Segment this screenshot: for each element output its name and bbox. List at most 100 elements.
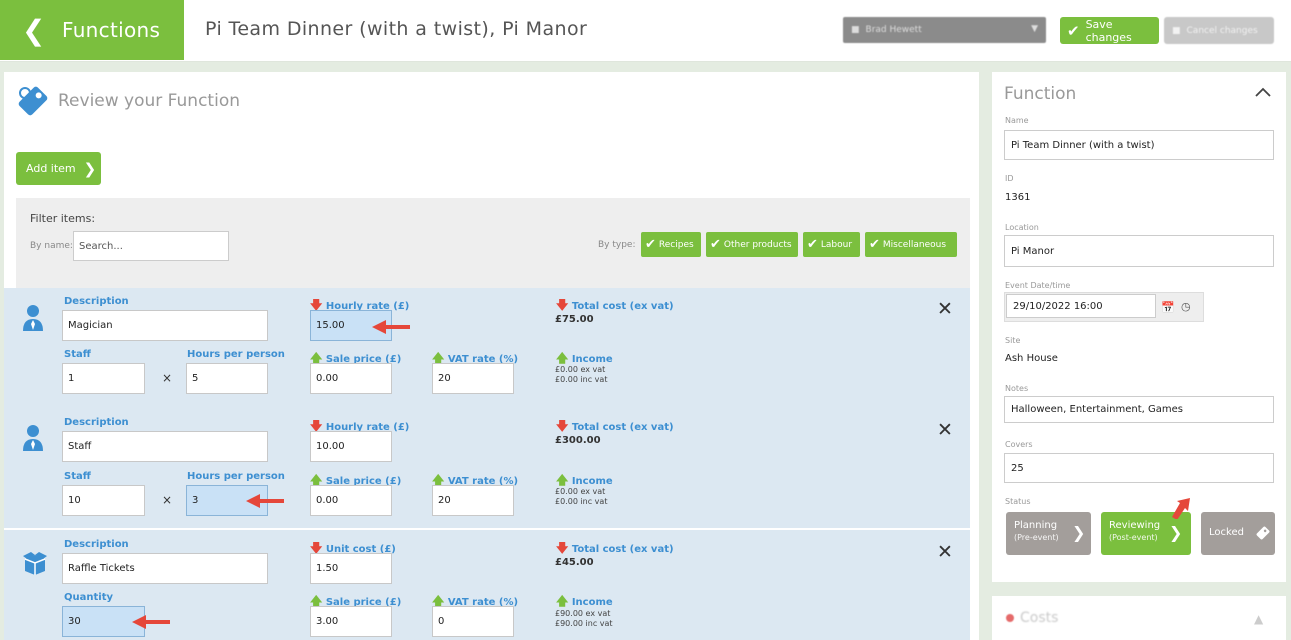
arrow-up-icon: 🡅 bbox=[556, 351, 569, 365]
sidebar-heading: Function bbox=[1004, 84, 1077, 104]
hours-per-person-label: Hours per person bbox=[187, 349, 285, 360]
section-title: Review your Function bbox=[58, 91, 240, 111]
filter-miscellaneous-button[interactable]: ✔ Miscellaneous bbox=[865, 232, 957, 257]
location-label: Location bbox=[1005, 223, 1039, 232]
arrow-down-icon: 🡇 bbox=[556, 541, 569, 555]
site-value: Ash House bbox=[1005, 353, 1058, 364]
arrow-down-icon: 🡇 bbox=[556, 419, 569, 433]
staff-input[interactable]: 1 bbox=[62, 363, 145, 394]
filter-title: Filter items: bbox=[30, 212, 96, 225]
chevron-up-icon[interactable]: ▲ bbox=[1254, 612, 1263, 626]
id-label: ID bbox=[1005, 174, 1014, 183]
save-changes-label: Save changes bbox=[1085, 17, 1132, 44]
top-header: ❮ Functions Pi Team Dinner (with a twist… bbox=[0, 0, 1291, 62]
clock-icon[interactable]: ◷ bbox=[1181, 300, 1191, 313]
filter-recipes-label: Recipes bbox=[658, 239, 694, 250]
staff-label: Staff bbox=[64, 471, 91, 482]
status-planning-button[interactable]: Planning (Pre-event) ❯ bbox=[1006, 512, 1091, 555]
costs-panel[interactable]: Costs ▲ bbox=[992, 596, 1286, 640]
location-input[interactable]: Pi Manor bbox=[1004, 235, 1274, 267]
notes-input[interactable]: Halloween, Entertainment, Games bbox=[1004, 396, 1274, 423]
costs-heading: Costs bbox=[1020, 610, 1059, 626]
description-input[interactable]: Magician bbox=[62, 310, 268, 341]
status-planning-text: Planning (Pre-event) bbox=[1014, 520, 1059, 544]
income-ex-vat: £0.00 ex vat bbox=[555, 487, 606, 496]
chevron-left-icon: ❮ bbox=[22, 13, 46, 47]
covers-label: Covers bbox=[1005, 440, 1033, 449]
item-row: Description Raffle Tickets 🡇 Unit cost (… bbox=[4, 530, 970, 640]
costs-icon bbox=[1006, 614, 1014, 622]
by-type-label: By type: bbox=[598, 240, 636, 250]
chevron-down-icon: ▼ bbox=[1031, 24, 1038, 34]
total-cost-value: £45.00 bbox=[555, 557, 594, 568]
annotation-arrow-icon bbox=[372, 320, 410, 334]
income-label-text: Income bbox=[571, 476, 613, 487]
filter-miscellaneous-label: Miscellaneous bbox=[882, 239, 947, 250]
notes-label: Notes bbox=[1005, 384, 1029, 393]
chevron-up-icon[interactable] bbox=[1254, 86, 1272, 98]
quantity-label: Quantity bbox=[64, 592, 113, 603]
tag-icon bbox=[1256, 526, 1270, 540]
annotation-arrow-icon bbox=[132, 615, 170, 629]
close-icon[interactable]: ✕ bbox=[937, 419, 953, 441]
event-datetime-input[interactable]: 29/10/2022 16:00 bbox=[1006, 294, 1156, 318]
check-icon: ✔ bbox=[807, 237, 818, 252]
status-label: Status bbox=[1005, 497, 1031, 506]
add-item-button[interactable]: Add item ❯ bbox=[16, 152, 101, 185]
filter-labour-button[interactable]: ✔ Labour bbox=[803, 232, 860, 257]
income-label-text: Income bbox=[571, 354, 613, 365]
staff-input[interactable]: 10 bbox=[62, 485, 145, 516]
review-panel: Review your Function Add item ❯ Filter i… bbox=[4, 72, 979, 640]
hours-per-person-label: Hours per person bbox=[187, 471, 285, 482]
filter-panel: Filter items: By name: Search... By type… bbox=[16, 198, 970, 288]
save-changes-button[interactable]: ✔ Save changes bbox=[1060, 17, 1159, 44]
check-icon: ✔ bbox=[1067, 21, 1080, 40]
sale-price-input[interactable]: 0.00 bbox=[310, 363, 392, 394]
income-inc-vat: £90.00 inc vat bbox=[555, 619, 613, 628]
hourly-rate-input[interactable]: 10.00 bbox=[310, 431, 392, 462]
item-row: Description Magician 🡇 Hourly rate (£) 1… bbox=[4, 288, 970, 408]
sale-price-input[interactable]: 3.00 bbox=[310, 606, 392, 637]
close-icon[interactable]: ✕ bbox=[937, 541, 953, 563]
close-icon[interactable]: ✕ bbox=[937, 298, 953, 320]
hours-per-person-input[interactable]: 5 bbox=[186, 363, 268, 394]
status-reviewing-sub: (Post-event) bbox=[1109, 533, 1158, 542]
covers-input[interactable]: 25 bbox=[1004, 453, 1274, 483]
user-select[interactable]: ■ Brad Hewett ▼ bbox=[843, 17, 1046, 43]
description-input[interactable]: Staff bbox=[62, 431, 268, 462]
filter-other-products-button[interactable]: ✔ Other products bbox=[706, 232, 798, 257]
cancel-changes-label: Cancel changes bbox=[1186, 25, 1258, 36]
income-inc-vat: £0.00 inc vat bbox=[555, 497, 608, 506]
chevron-right-icon: ❯ bbox=[1169, 523, 1183, 542]
sale-price-input[interactable]: 0.00 bbox=[310, 485, 392, 516]
function-sidebar: Function Name Pi Team Dinner (with a twi… bbox=[992, 72, 1286, 582]
back-label: Functions bbox=[62, 18, 161, 42]
description-label: Description bbox=[64, 539, 129, 550]
tag-icon bbox=[18, 86, 48, 116]
arrow-up-icon: 🡅 bbox=[556, 473, 569, 487]
back-to-functions-button[interactable]: ❮ Functions bbox=[0, 0, 184, 60]
vat-rate-input[interactable]: 20 bbox=[432, 363, 514, 394]
page-title: Pi Team Dinner (with a twist), Pi Manor bbox=[205, 18, 588, 40]
income-inc-vat: £0.00 inc vat bbox=[555, 375, 608, 384]
person-icon bbox=[23, 305, 43, 331]
vat-rate-input[interactable]: 20 bbox=[432, 485, 514, 516]
item-row: Description Staff 🡇 Hourly rate (£) 10.0… bbox=[4, 408, 970, 528]
vat-rate-input[interactable]: 0 bbox=[432, 606, 514, 637]
income-ex-vat: £90.00 ex vat bbox=[555, 609, 611, 618]
total-cost-label-text: Total cost (ex vat) bbox=[571, 544, 674, 555]
total-cost-label-text: Total cost (ex vat) bbox=[571, 301, 674, 312]
calendar-icon[interactable]: 📅 bbox=[1161, 301, 1175, 314]
filter-other-products-label: Other products bbox=[723, 239, 792, 250]
status-locked-button[interactable]: Locked bbox=[1201, 512, 1275, 555]
chevron-right-icon: ❯ bbox=[1072, 523, 1086, 542]
unit-cost-input[interactable]: 1.50 bbox=[310, 553, 392, 584]
description-input[interactable]: Raffle Tickets bbox=[62, 553, 268, 584]
filter-labour-label: Labour bbox=[820, 239, 853, 250]
search-input[interactable]: Search... bbox=[73, 231, 229, 261]
name-input[interactable]: Pi Team Dinner (with a twist) bbox=[1004, 130, 1274, 160]
person-icon bbox=[23, 425, 43, 451]
filter-recipes-button[interactable]: ✔ Recipes bbox=[641, 232, 701, 257]
cancel-changes-button[interactable]: ■ Cancel changes bbox=[1164, 17, 1274, 44]
status-reviewing-text: Reviewing (Post-event) bbox=[1109, 520, 1160, 544]
